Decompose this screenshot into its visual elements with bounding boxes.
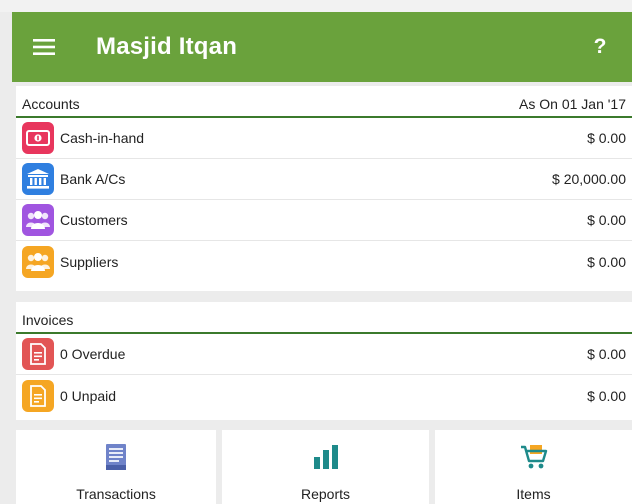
- reports-tile[interactable]: Reports: [222, 430, 429, 504]
- hamburger-menu-icon: [33, 39, 55, 55]
- bank-icon: [22, 163, 54, 195]
- cash-icon: [22, 122, 54, 154]
- reports-icon: [313, 442, 339, 472]
- accounts-card: Accounts As On 01 Jan '17 Cash-in-hand $…: [16, 86, 632, 291]
- account-row-cash[interactable]: Cash-in-hand $ 0.00: [16, 118, 632, 159]
- app-bar: Masjid Itqan ?: [12, 12, 632, 82]
- customers-icon: [22, 204, 54, 236]
- items-cart-icon: [520, 442, 548, 472]
- tile-label: Items: [516, 486, 551, 502]
- account-label: Suppliers: [60, 253, 119, 270]
- help-button[interactable]: ?: [580, 12, 620, 82]
- accounts-header: Accounts As On 01 Jan '17: [16, 86, 632, 118]
- app-title: Masjid Itqan: [96, 33, 238, 60]
- transactions-icon: [104, 442, 128, 472]
- account-label: Bank A/Cs: [60, 171, 126, 187]
- as-on-date[interactable]: As On 01 Jan '17: [519, 96, 626, 112]
- account-value: $ 0.00: [587, 253, 626, 270]
- invoice-label: 0 Overdue: [60, 346, 126, 362]
- invoices-card: Invoices 0 Overdue $ 0.00 0 Unpaid $ 0.0…: [16, 302, 632, 420]
- overdue-invoice-icon: [22, 338, 54, 370]
- invoice-value: $ 0.00: [587, 387, 626, 404]
- suppliers-icon: [22, 245, 54, 278]
- tile-label: Transactions: [76, 486, 156, 502]
- shortcut-tiles: Transactions Reports Items: [16, 430, 632, 504]
- account-label: Cash-in-hand: [60, 130, 145, 146]
- menu-button[interactable]: [12, 12, 76, 82]
- account-label: Customers: [60, 212, 128, 228]
- invoice-label: 0 Unpaid: [60, 387, 117, 404]
- account-value: $ 0.00: [587, 212, 626, 228]
- items-tile[interactable]: Items: [435, 430, 632, 504]
- invoice-value: $ 0.00: [587, 346, 626, 362]
- transactions-tile[interactable]: Transactions: [16, 430, 216, 504]
- accounts-title: Accounts: [22, 96, 80, 112]
- account-value: $ 20,000.00: [552, 171, 626, 187]
- invoices-header: Invoices: [16, 302, 632, 334]
- invoice-row-unpaid[interactable]: 0 Unpaid $ 0.00: [16, 375, 632, 416]
- account-row-suppliers[interactable]: Suppliers $ 0.00: [16, 241, 632, 282]
- account-row-customers[interactable]: Customers $ 0.00: [16, 200, 632, 241]
- status-strip: [0, 0, 632, 12]
- account-value: $ 0.00: [587, 130, 626, 146]
- invoice-row-overdue[interactable]: 0 Overdue $ 0.00: [16, 334, 632, 375]
- invoices-title: Invoices: [22, 312, 74, 328]
- unpaid-invoice-icon: [22, 379, 54, 412]
- tile-label: Reports: [300, 486, 351, 502]
- account-row-bank[interactable]: Bank A/Cs $ 20,000.00: [16, 159, 632, 200]
